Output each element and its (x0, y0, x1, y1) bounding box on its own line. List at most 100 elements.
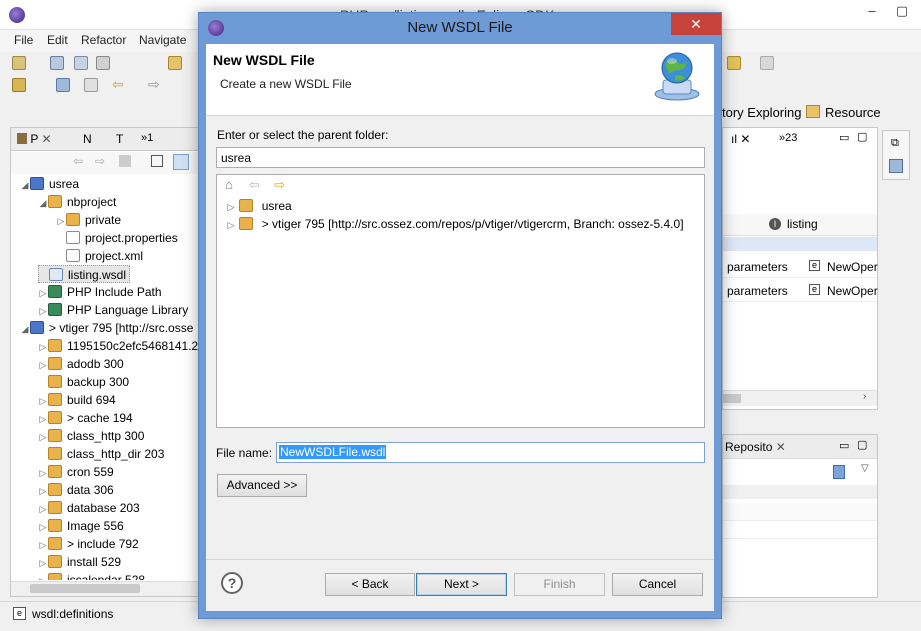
scroll-right-icon[interactable]: › (863, 391, 866, 402)
tree-item[interactable]: ▷ build 694 (38, 391, 116, 409)
minimize-icon[interactable]: – (857, 0, 887, 22)
tree-item[interactable]: project.properties (56, 229, 178, 247)
expand-icon[interactable]: ▷ (38, 410, 48, 428)
tab-repository[interactable]: Reposito ✕ (725, 440, 786, 454)
close-icon[interactable]: ✕ (41, 132, 51, 146)
collapse-icon[interactable]: ◢ (20, 176, 30, 194)
collapse-icon[interactable]: ◢ (38, 194, 48, 212)
tab-type-hierarchy[interactable]: T (116, 132, 123, 146)
add-repository-icon[interactable] (833, 465, 845, 479)
horizontal-scrollbar[interactable]: › (723, 390, 877, 406)
table-row[interactable]: parameters e NewOper (723, 280, 878, 302)
perspective-repository-exploring[interactable]: tory Exploring (722, 105, 801, 120)
back-button[interactable]: < Back (325, 573, 415, 596)
forward-icon[interactable]: ⇨ (95, 154, 105, 168)
tree-item[interactable]: ◢ usrea (20, 175, 79, 193)
expand-icon[interactable]: ▷ (56, 212, 66, 230)
forward-arrow-icon[interactable]: ⇨ (271, 177, 289, 193)
menu-navigate[interactable]: Navigate (139, 33, 186, 47)
link-with-editor-icon[interactable] (173, 154, 189, 170)
expand-icon[interactable]: ▷ (38, 482, 48, 500)
tree-item[interactable]: listing.wsdl (38, 265, 131, 283)
expand-icon[interactable]: ▷ (38, 464, 48, 482)
home-icon[interactable]: ⌂ (220, 177, 238, 193)
tree-item[interactable]: ▷ PHP Include Path (38, 283, 162, 301)
edit-icon[interactable] (760, 56, 774, 70)
next-button[interactable]: Next > (416, 573, 507, 596)
tree-item[interactable]: ▷ data 306 (38, 481, 114, 499)
perspective-resource[interactable]: Resource (825, 105, 881, 120)
tree-item[interactable]: ▷ install 529 (38, 553, 121, 571)
tree-item[interactable]: ▷ private (56, 211, 121, 229)
expand-icon[interactable]: ▷ (38, 518, 48, 536)
scrollbar-thumb[interactable] (30, 584, 140, 593)
expand-icon[interactable]: ▷ (226, 198, 236, 216)
tab-package-explorer[interactable]: P ✕ (17, 132, 52, 146)
tree-item[interactable]: ▷ > include 792 (38, 535, 139, 553)
back-icon[interactable]: ⇦ (73, 154, 83, 168)
expand-icon[interactable]: ▷ (38, 428, 48, 446)
menu-edit[interactable]: Edit (47, 33, 68, 47)
open-type-icon[interactable] (168, 56, 182, 70)
expand-icon[interactable]: ▷ (38, 284, 48, 302)
back-arrow-icon[interactable]: ⇦ (245, 177, 263, 193)
pin-icon[interactable] (56, 78, 70, 92)
help-icon[interactable]: ? (221, 572, 243, 594)
collapse-all-icon[interactable] (151, 155, 163, 167)
close-icon[interactable]: ✕ (776, 440, 786, 454)
tree-item[interactable]: ▷ cron 559 (38, 463, 114, 481)
tree-item[interactable]: ▷ Image 556 (38, 517, 124, 535)
minimize-panel-icon[interactable]: ▭ (839, 131, 849, 144)
view-menu-icon[interactable]: ▽ (861, 463, 869, 474)
next-annotation-icon[interactable] (84, 78, 98, 92)
expand-icon[interactable]: ▷ (38, 392, 48, 410)
tree-item[interactable]: ▷ > cache 194 (38, 409, 133, 427)
expand-icon[interactable]: ▷ (38, 356, 48, 374)
expand-icon[interactable]: ▷ (38, 500, 48, 518)
menu-file[interactable]: File (14, 33, 33, 47)
tab-navigator[interactable]: N (83, 132, 92, 146)
expand-icon[interactable]: ▷ (226, 216, 236, 234)
menu-refactor[interactable]: Refactor (81, 33, 126, 47)
save-all-icon[interactable] (74, 56, 88, 70)
scrollbar-thumb[interactable] (723, 394, 741, 403)
finish-button[interactable]: Finish (514, 573, 605, 596)
tree-item[interactable]: project.xml (56, 247, 143, 265)
run-icon[interactable] (727, 56, 741, 70)
tree-item[interactable]: ◢ > vtiger 795 [http://src.osse (20, 319, 193, 337)
outline-view-icon[interactable] (889, 159, 903, 173)
up-icon[interactable] (119, 155, 131, 167)
tree-item[interactable]: backup 300 (38, 373, 129, 391)
tab-overflow[interactable]: »1 (141, 132, 153, 144)
advanced-button[interactable]: Advanced >> (217, 474, 307, 497)
tree-item[interactable]: class_http_dir 203 (38, 445, 164, 463)
parent-folder-input[interactable] (216, 147, 705, 168)
folder-tree-item[interactable]: ▷ > vtiger 795 [http://src.ossez.com/rep… (226, 215, 684, 233)
maximize-icon[interactable]: ▢ (887, 0, 917, 22)
maximize-panel-icon[interactable]: ▢ (857, 130, 867, 143)
expand-icon[interactable]: ▷ (38, 536, 48, 554)
minimize-panel-icon[interactable]: ▭ (839, 439, 849, 452)
tree-item[interactable]: ▷ class_http 300 (38, 427, 144, 445)
expand-icon[interactable]: ▷ (38, 302, 48, 320)
tab-overflow-right[interactable]: »23 (779, 132, 797, 144)
collapse-icon[interactable]: ◢ (20, 320, 30, 338)
file-name-input[interactable]: NewWSDLFile.wsdl (276, 442, 705, 463)
expand-icon[interactable]: ▷ (38, 338, 48, 356)
tree-item[interactable]: ▷ PHP Language Library (38, 301, 188, 319)
new-icon[interactable] (12, 56, 26, 70)
expand-icon[interactable]: ▷ (38, 572, 48, 580)
maximize-panel-icon[interactable]: ▢ (857, 438, 867, 451)
tree-item[interactable]: ▷ 1195150c2efc5468141.24 (38, 337, 200, 355)
tree-item[interactable]: ▷ database 203 (38, 499, 140, 517)
print-icon[interactable] (96, 56, 110, 70)
close-button[interactable]: ✕ (671, 13, 721, 35)
forward-arrow-icon[interactable]: ⇨ (148, 76, 160, 93)
cancel-button[interactable]: Cancel (612, 573, 703, 596)
open-task-icon[interactable] (12, 78, 26, 92)
tree-item[interactable]: ▷ adodb 300 (38, 355, 124, 373)
expand-icon[interactable]: ▷ (38, 554, 48, 572)
restore-icon[interactable]: ⧉ (891, 137, 899, 150)
tree-item[interactable]: ▷ jscalendar 528 (38, 571, 145, 580)
back-arrow-icon[interactable]: ⇦ (112, 76, 124, 93)
